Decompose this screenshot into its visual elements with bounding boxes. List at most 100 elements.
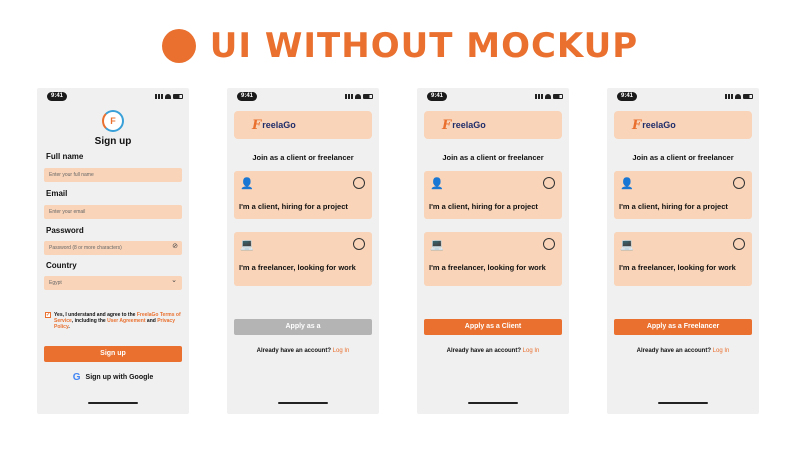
status-icons <box>725 94 753 99</box>
orange-dot-icon <box>161 29 196 63</box>
signup-title: Sign up <box>94 136 132 147</box>
battery-icon <box>743 94 753 99</box>
password-label: Password <box>46 226 84 235</box>
login-prompt: Already have an account? Log In <box>417 348 569 354</box>
freelancer-option-card[interactable]: 💻 I'm a freelancer, looking for work <box>614 232 752 286</box>
signal-icon <box>535 94 543 99</box>
apply-client-button[interactable]: Apply as a Client <box>424 319 562 335</box>
page-title: UI WITHOUT MOCKUP <box>209 26 639 66</box>
app-logo: F <box>102 110 124 132</box>
join-screen-default: 9:41 FreelaGo Join as a client or freela… <box>227 88 379 414</box>
freelancer-icon: 💻 <box>240 239 254 251</box>
status-time: 9:41 <box>47 92 68 101</box>
terms-text: Yes, I understand and agree to the Freel… <box>54 312 181 330</box>
signal-icon <box>155 94 163 99</box>
join-title: Join as a client or freelancer <box>252 153 354 162</box>
client-option-label: I'm a client, hiring for a project <box>619 202 728 211</box>
join-title: Join as a client or freelancer <box>632 153 734 162</box>
eye-icon[interactable]: ⊘ <box>172 243 178 250</box>
login-prompt: Already have an account? Log In <box>607 348 759 354</box>
google-signup-button[interactable]: G Sign up with Google <box>37 372 189 383</box>
fullname-label: Full name <box>46 152 84 161</box>
fullname-placeholder: Enter your full name <box>49 172 94 178</box>
wifi-icon <box>165 94 171 99</box>
fullname-field[interactable]: Enter your full name <box>44 168 182 182</box>
brand-logo: FreelaGo <box>234 111 372 139</box>
signal-icon <box>725 94 733 99</box>
freelancer-icon: 💻 <box>620 239 634 251</box>
battery-icon <box>553 94 563 99</box>
freelancer-option-card[interactable]: 💻 I'm a freelancer, looking for work <box>424 232 562 286</box>
client-radio[interactable] <box>543 177 555 189</box>
login-prompt: Already have an account? Log In <box>227 348 379 354</box>
freelancer-radio[interactable] <box>733 238 745 250</box>
freelancer-option-card[interactable]: 💻 I'm a freelancer, looking for work <box>234 232 372 286</box>
login-link[interactable]: Log In <box>333 348 350 354</box>
client-icon: 👤 <box>240 178 254 190</box>
checkbox-icon[interactable]: ✓ <box>45 312 51 318</box>
terms-agreement: ✓ Yes, I understand and agree to the Fre… <box>45 312 181 330</box>
wifi-icon <box>735 94 741 99</box>
apply-button[interactable]: Apply as a <box>234 319 372 335</box>
email-placeholder: Enter your email <box>49 209 86 215</box>
status-icons <box>345 94 373 99</box>
apply-freelancer-button[interactable]: Apply as a Freelancer <box>614 319 752 335</box>
join-title: Join as a client or freelancer <box>442 153 544 162</box>
password-field[interactable]: Password (8 or more characters) ⊘ <box>44 241 182 255</box>
join-screen-freelancer: 9:41 FreelaGo Join as a client or freela… <box>607 88 759 414</box>
brand-logo: FreelaGo <box>424 111 562 139</box>
login-link[interactable]: Log In <box>523 348 540 354</box>
client-option-card[interactable]: 👤 I'm a client, hiring for a project <box>614 171 752 219</box>
status-bar: 9:41 <box>47 92 183 101</box>
login-link[interactable]: Log In <box>713 348 730 354</box>
status-time: 9:41 <box>617 92 638 101</box>
login-prompt-text: Already have an account? <box>446 348 521 354</box>
freelancer-radio[interactable] <box>353 238 365 250</box>
client-radio[interactable] <box>733 177 745 189</box>
signup-screen: 9:41 F Sign up Full name Enter your full… <box>37 88 189 414</box>
join-screen-client: 9:41 FreelaGo Join as a client or freela… <box>417 88 569 414</box>
terms-text-4: . <box>68 324 70 330</box>
email-label: Email <box>46 189 68 198</box>
home-indicator <box>468 402 518 404</box>
user-agreement-link[interactable]: User Agreement <box>107 318 145 324</box>
brand-letter: F <box>252 117 262 133</box>
brand-word: reelaGo <box>642 120 676 130</box>
email-field[interactable]: Enter your email <box>44 205 182 219</box>
battery-icon <box>173 94 183 99</box>
google-signup-label: Sign up with Google <box>85 374 154 381</box>
wifi-icon <box>545 94 551 99</box>
status-bar: 9:41 <box>237 92 373 101</box>
country-value: Egypt <box>49 280 62 286</box>
home-indicator <box>278 402 328 404</box>
logo-letter: F <box>110 116 116 126</box>
status-icons <box>155 94 183 99</box>
client-option-label: I'm a client, hiring for a project <box>429 202 538 211</box>
client-option-card[interactable]: 👤 I'm a client, hiring for a project <box>424 171 562 219</box>
home-indicator <box>88 402 138 404</box>
chevron-down-icon: ⌄ <box>171 277 177 284</box>
signal-icon <box>345 94 353 99</box>
freelancer-radio[interactable] <box>543 238 555 250</box>
page-heading: UI WITHOUT MOCKUP <box>0 24 800 68</box>
client-icon: 👤 <box>620 178 634 190</box>
brand-word: reelaGo <box>452 120 486 130</box>
freelancer-option-label: I'm a freelancer, looking for work <box>239 263 356 272</box>
home-indicator <box>658 402 708 404</box>
status-time: 9:41 <box>427 92 448 101</box>
google-icon: G <box>72 372 81 383</box>
wifi-icon <box>355 94 361 99</box>
battery-icon <box>363 94 373 99</box>
client-radio[interactable] <box>353 177 365 189</box>
client-icon: 👤 <box>430 178 444 190</box>
freelancer-option-label: I'm a freelancer, looking for work <box>429 263 546 272</box>
password-placeholder: Password (8 or more characters) <box>49 245 122 251</box>
country-select[interactable]: Egypt ⌄ <box>44 276 182 290</box>
client-option-card[interactable]: 👤 I'm a client, hiring for a project <box>234 171 372 219</box>
signup-button[interactable]: Sign up <box>44 346 182 362</box>
brand-letter: F <box>442 117 452 133</box>
brand-logo: FreelaGo <box>614 111 752 139</box>
status-icons <box>535 94 563 99</box>
brand-letter: F <box>632 117 642 133</box>
brand-word: reelaGo <box>262 120 296 130</box>
